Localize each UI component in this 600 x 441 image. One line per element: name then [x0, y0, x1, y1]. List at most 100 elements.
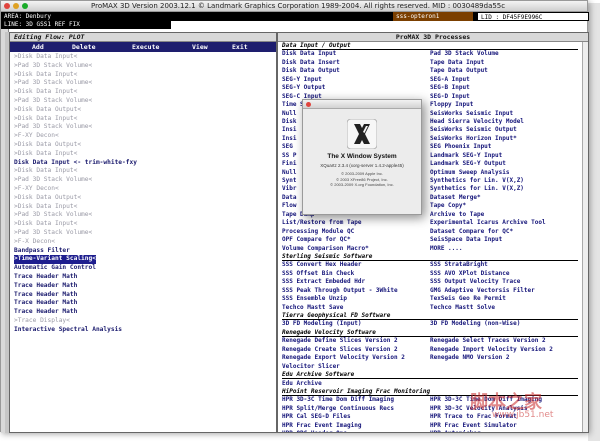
add-menu[interactable]: Add	[10, 42, 72, 52]
flow-item[interactable]: >Time-Variant Scaling<	[14, 255, 96, 265]
process-item[interactable]: Fini	[282, 160, 296, 168]
process-item[interactable]: Disk Data Input	[282, 50, 336, 58]
dialog-close-button[interactable]	[306, 102, 311, 107]
flow-item[interactable]: Automatic Gain Control	[14, 264, 276, 273]
process-item[interactable]: HPR 3D-3C Time Dom Diff Imaging	[282, 396, 394, 404]
flow-item[interactable]: Interactive Spectral Analysis	[14, 326, 276, 335]
exit-menu[interactable]: Exit	[232, 42, 262, 52]
process-item[interactable]: Flow	[282, 202, 296, 210]
delete-menu[interactable]: Delete	[72, 42, 132, 52]
process-item[interactable]: SEG Phoenix Input	[430, 143, 491, 151]
process-list-scrollbar[interactable]	[582, 42, 588, 432]
process-item[interactable]: Optimum Sweep Analysis	[430, 169, 509, 177]
process-item[interactable]: SeisSpace Data Input	[430, 236, 502, 244]
process-item[interactable]: SEG	[282, 143, 293, 151]
flow-item[interactable]: >Pad 3D Stack Volume<	[14, 97, 276, 106]
process-item[interactable]: Null	[282, 110, 296, 118]
process-item[interactable]: Tape Data Input	[430, 59, 484, 67]
process-item[interactable]: Volume Comparison Macro*	[282, 245, 369, 253]
process-item[interactable]: Renegade Export Velocity Version 2	[282, 354, 405, 362]
process-item[interactable]: SSS Output Velocity Trace	[430, 278, 520, 286]
execute-menu[interactable]: Execute	[132, 42, 192, 52]
process-item[interactable]: HPR ORC Header Ops	[282, 430, 347, 432]
flow-item[interactable]: Trace Header Math	[14, 282, 276, 291]
process-item[interactable]: Pad 3D Stack Volume	[430, 50, 499, 58]
process-item[interactable]: Data	[282, 194, 296, 202]
process-item[interactable]: MORE ....	[430, 245, 463, 253]
flow-item[interactable]: Trace Header Math	[14, 299, 276, 308]
flow-item[interactable]: >Pad 3D Stack Volume<	[14, 176, 276, 185]
process-item[interactable]: OPF Compare for QC*	[282, 236, 351, 244]
process-item[interactable]: Landmark SEG-Y Output	[430, 160, 506, 168]
process-item[interactable]: SSS Convert Hex Header	[282, 261, 361, 269]
process-item[interactable]: Head Sierra Velocity Model	[430, 118, 524, 126]
process-item[interactable]: SSS Peak Through Output - 3White	[282, 287, 398, 295]
process-item[interactable]: Renegade Create Slices Version 2	[282, 346, 398, 354]
flow-item[interactable]: >Pad 3D Stack Volume<	[14, 211, 276, 220]
flow-item[interactable]: >F-X Decon<	[14, 238, 276, 247]
process-item[interactable]: Velocitor Slicer	[282, 363, 340, 371]
process-item[interactable]: Renegade Import Velocity Version 2	[430, 346, 553, 354]
process-item[interactable]: SSS Offset Bin Check	[282, 270, 354, 278]
flow-item[interactable]: >Disk Data Input<	[14, 203, 276, 212]
process-item[interactable]: SEG-A Input	[430, 76, 470, 84]
flow-item[interactable]: >Disk Data Output<	[14, 141, 276, 150]
process-item[interactable]: Insi	[282, 126, 296, 134]
process-item[interactable]: Vibr	[282, 185, 296, 193]
process-item[interactable]: SeisWorks Horizon Input*	[430, 135, 517, 143]
flow-item[interactable]: >Disk Data Input<	[14, 53, 276, 62]
process-item[interactable]: Renegade Define Slices Version 2	[282, 337, 398, 345]
flow-item[interactable]: Disk Data Input <- trim-white-fxy	[14, 159, 276, 168]
process-item[interactable]: Floppy Input	[430, 101, 473, 109]
flow-item[interactable]: >Disk Data Output<	[14, 194, 276, 203]
process-item[interactable]: SSS StrataBright	[430, 261, 488, 269]
process-item[interactable]: Synthetics for Lin. V(X,Z)	[430, 185, 524, 193]
flow-item[interactable]: Trace Header Math	[14, 273, 276, 282]
flow-item[interactable]: >Pad 3D Stack Volume<	[14, 62, 276, 71]
process-item[interactable]: Renegade Select Traces Version 2	[430, 337, 546, 345]
process-item[interactable]: Synthetics for Lin. V(X,Z)	[430, 177, 524, 185]
process-item[interactable]: 3D FD Modeling (non-Wise)	[430, 320, 520, 328]
flow-item[interactable]: Trace Header Math	[14, 308, 276, 317]
flow-item[interactable]: >F-XY Decon<	[14, 132, 276, 141]
flow-item[interactable]: Trace Header Math	[14, 291, 276, 300]
process-item[interactable]: HPR Autopicker	[430, 430, 481, 432]
process-item[interactable]: SeisWorks Seismic Input	[430, 110, 513, 118]
process-item[interactable]: Dataset Merge*	[430, 194, 481, 202]
process-item[interactable]: SEG-D Input	[430, 93, 470, 101]
flow-item[interactable]: >Disk Data Input<	[14, 150, 276, 159]
process-item[interactable]: Techco Mastt Solve	[430, 304, 495, 312]
close-button[interactable]	[4, 3, 10, 9]
process-item[interactable]: Disk Data Insert	[282, 59, 340, 67]
zoom-button[interactable]	[22, 3, 28, 9]
flow-item[interactable]: >Trace Display<	[14, 317, 276, 326]
process-item[interactable]: Experimental Icarus Archive Tool	[430, 219, 546, 227]
flow-item[interactable]: >Disk Data Input<	[14, 167, 276, 176]
process-item[interactable]: Insi	[282, 135, 296, 143]
process-item[interactable]: HPR Split/Merge Continuous Recs	[282, 405, 394, 413]
flow-item[interactable]: >Disk Data Input<	[14, 115, 276, 124]
dialog-title-bar[interactable]	[303, 100, 421, 109]
process-item[interactable]: SSS Ensemble Unzip	[282, 295, 347, 303]
process-item[interactable]: Edu Archive	[282, 380, 322, 388]
flow-item[interactable]: >F-XY Decon<	[14, 185, 276, 194]
flow-item[interactable]: >Pad 3D Stack Volume<	[14, 123, 276, 132]
process-item[interactable]: SeisWorks Seismic Output	[430, 126, 517, 134]
minimize-button[interactable]	[13, 3, 19, 9]
flow-item[interactable]: Bandpass Filter	[14, 247, 276, 256]
process-item[interactable]: SS P	[282, 152, 296, 160]
process-item[interactable]: Null	[282, 169, 296, 177]
process-item[interactable]: SEG-Y Output	[282, 84, 325, 92]
flow-item[interactable]: >Pad 3D Stack Volume<	[14, 229, 276, 238]
process-item[interactable]: Landmark SEG-Y Input	[430, 152, 502, 160]
process-item[interactable]: HPR Frac Event Simulator	[430, 422, 517, 430]
view-menu[interactable]: View	[192, 42, 232, 52]
process-item[interactable]: HPR Frac Event Imaging	[282, 422, 361, 430]
title-bar[interactable]: ProMAX 3D Version 2003.12.1 © Landmark G…	[1, 1, 587, 12]
process-item[interactable]: Disk	[282, 118, 296, 126]
process-item[interactable]: Disk Data Output	[282, 67, 340, 75]
flow-item[interactable]: >Disk Data Output<	[14, 106, 276, 115]
flow-item[interactable]: >Pad 3D Stack Volume<	[14, 79, 276, 88]
flow-item[interactable]: >Disk Data Input<	[14, 71, 276, 80]
process-item[interactable]: SSS AVO XPlot Distance	[430, 270, 509, 278]
